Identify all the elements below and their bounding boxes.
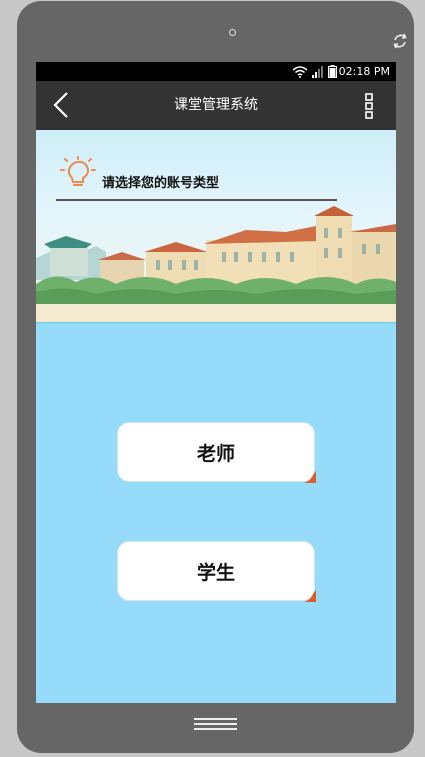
wifi-icon: [292, 65, 308, 78]
status-bar: 02:18 PM: [36, 62, 396, 81]
app-screen: 02:18 PM 课堂管理系统 请选择您的账号类型 老师 学生: [36, 62, 396, 703]
prompt-underline: [56, 199, 337, 201]
camera-icon: [229, 29, 236, 36]
app-bar: 课堂管理系统: [36, 81, 396, 130]
account-type-prompt: 请选择您的账号类型: [102, 176, 220, 191]
corner-fold-icon: [304, 471, 316, 483]
back-button[interactable]: [44, 87, 78, 123]
status-time: 02:18 PM: [338, 65, 390, 78]
student-button-label: 学生: [196, 561, 235, 584]
campus-illustration: [36, 206, 396, 322]
rotate-icon[interactable]: [391, 32, 409, 50]
teacher-button[interactable]: 老师: [117, 422, 316, 483]
signal-icon: [312, 65, 323, 78]
home-lines-icon[interactable]: [194, 718, 237, 732]
back-arrow-icon: [53, 92, 68, 118]
corner-fold-icon: [304, 590, 316, 602]
overflow-menu-icon[interactable]: [360, 91, 380, 121]
header-banner: 请选择您的账号类型: [36, 130, 396, 322]
teacher-button-label: 老师: [196, 442, 235, 465]
page-title: 课堂管理系统: [174, 97, 258, 113]
student-button[interactable]: 学生: [117, 541, 316, 602]
lightbulb-icon: [60, 156, 96, 186]
banner-divider: [36, 322, 396, 323]
battery-icon: [328, 65, 337, 78]
